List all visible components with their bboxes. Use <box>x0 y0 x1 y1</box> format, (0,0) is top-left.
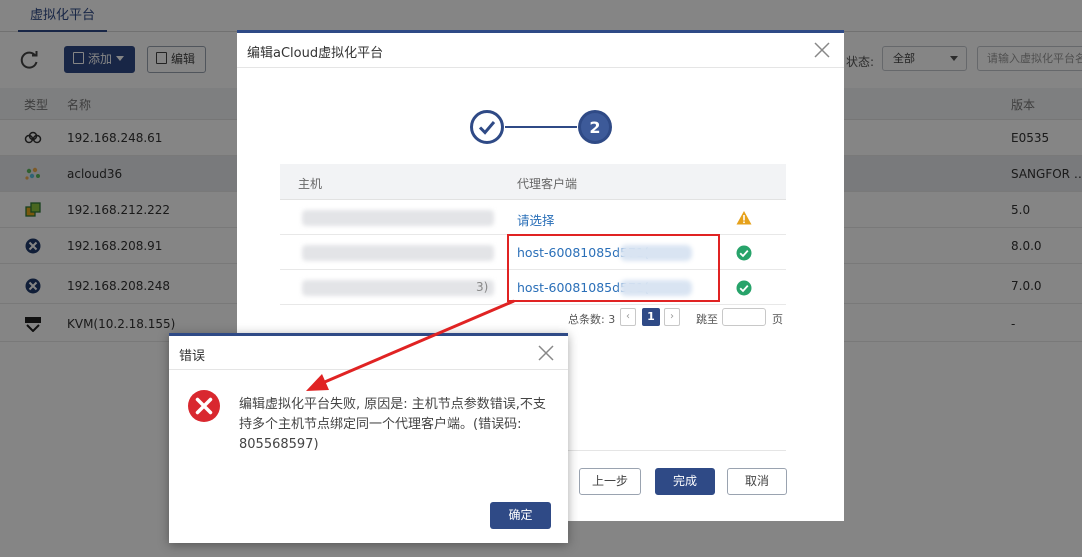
pagination: 总条数: 3 ‹ 1 › 跳至 页 <box>568 307 798 329</box>
table-header: 主机 代理客户端 <box>280 164 786 200</box>
page-unit: 页 <box>772 313 783 326</box>
check-circle-icon <box>736 245 752 261</box>
step-2-number: 2 <box>589 118 600 137</box>
redacted-host <box>302 210 494 226</box>
cancel-button[interactable]: 取消 <box>727 468 787 495</box>
error-dialog-title: 错误 <box>179 349 206 364</box>
redacted-host <box>302 280 494 296</box>
close-icon[interactable] <box>813 41 831 59</box>
divider <box>169 369 568 370</box>
error-message: 编辑虚拟化平台失败, 原因是: 主机节点参数错误,不支持多个主机节点绑定同一个代… <box>239 397 546 452</box>
goto-page-input[interactable] <box>722 308 766 326</box>
warning-icon <box>736 211 752 225</box>
dialog-title: 编辑aCloud虚拟化平台 <box>247 46 384 61</box>
confirm-button[interactable]: 确定 <box>490 502 551 529</box>
column-agent: 代理客户端 <box>517 177 578 191</box>
host-suffix: 3) <box>476 280 489 294</box>
table-row: 请选择 <box>280 200 786 235</box>
prev-page-button[interactable]: ‹ <box>620 308 636 326</box>
highlight-box <box>507 234 720 302</box>
total-count: 总条数: 3 <box>568 313 616 326</box>
column-host: 主机 <box>298 177 323 191</box>
close-icon[interactable] <box>537 344 555 362</box>
goto-label: 跳至 <box>696 313 718 326</box>
agent-select-link[interactable]: 请选择 <box>517 210 555 229</box>
error-icon <box>188 390 220 422</box>
next-page-button[interactable]: › <box>664 308 680 326</box>
step-indicator: 2 <box>470 110 612 144</box>
error-dialog: 错误 编辑虚拟化平台失败, 原因是: 主机节点参数错误,不支持多个主机节点绑定同… <box>169 333 568 543</box>
redacted-host <box>302 245 494 261</box>
prev-step-button[interactable]: 上一步 <box>579 468 641 495</box>
check-circle-icon <box>736 280 752 296</box>
finish-button[interactable]: 完成 <box>655 468 715 495</box>
divider <box>237 67 844 68</box>
current-page[interactable]: 1 <box>642 308 660 326</box>
